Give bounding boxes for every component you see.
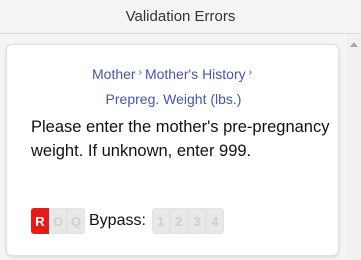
breadcrumb: Mother › Mother's History › Prepreg. Weight … <box>27 63 320 110</box>
error-message: Please enter the mother's pre-pregnancy … <box>31 118 330 160</box>
bypass-level-1-button[interactable]: 1 <box>151 208 170 234</box>
panel-title: Validation Errors <box>125 8 236 25</box>
bypass-level-4-button[interactable]: 4 <box>205 208 224 234</box>
validation-error-card: Mother › Mother's History › Prepreg. Weight … <box>6 44 339 256</box>
bypass-level-group: 1 2 3 4 <box>151 208 224 234</box>
bypass-level-2-button[interactable]: 2 <box>169 208 188 234</box>
bypass-level-3-button[interactable]: 3 <box>187 208 206 234</box>
status-r-button[interactable]: R <box>31 208 49 234</box>
bypass-label: Bypass: <box>89 212 146 229</box>
status-o-button[interactable]: O <box>49 208 67 234</box>
breadcrumb-item-mothers-history[interactable]: Mother's History <box>145 66 246 82</box>
breadcrumb-item-prepreg-weight[interactable]: Prepreg. Weight (lbs.) <box>106 91 242 107</box>
status-q-button[interactable]: Q <box>67 208 85 234</box>
breadcrumb-separator-icon: › <box>138 67 142 78</box>
breadcrumb-separator-icon: › <box>248 67 252 78</box>
error-actions: R O Q Bypass: 1 2 3 4 <box>31 207 224 235</box>
validation-panel-header: Validation Errors <box>0 0 361 34</box>
scroll-up-arrow-icon[interactable] <box>350 42 358 47</box>
breadcrumb-item-mother[interactable]: Mother <box>92 66 136 82</box>
vertical-scrollbar[interactable] <box>347 34 361 260</box>
